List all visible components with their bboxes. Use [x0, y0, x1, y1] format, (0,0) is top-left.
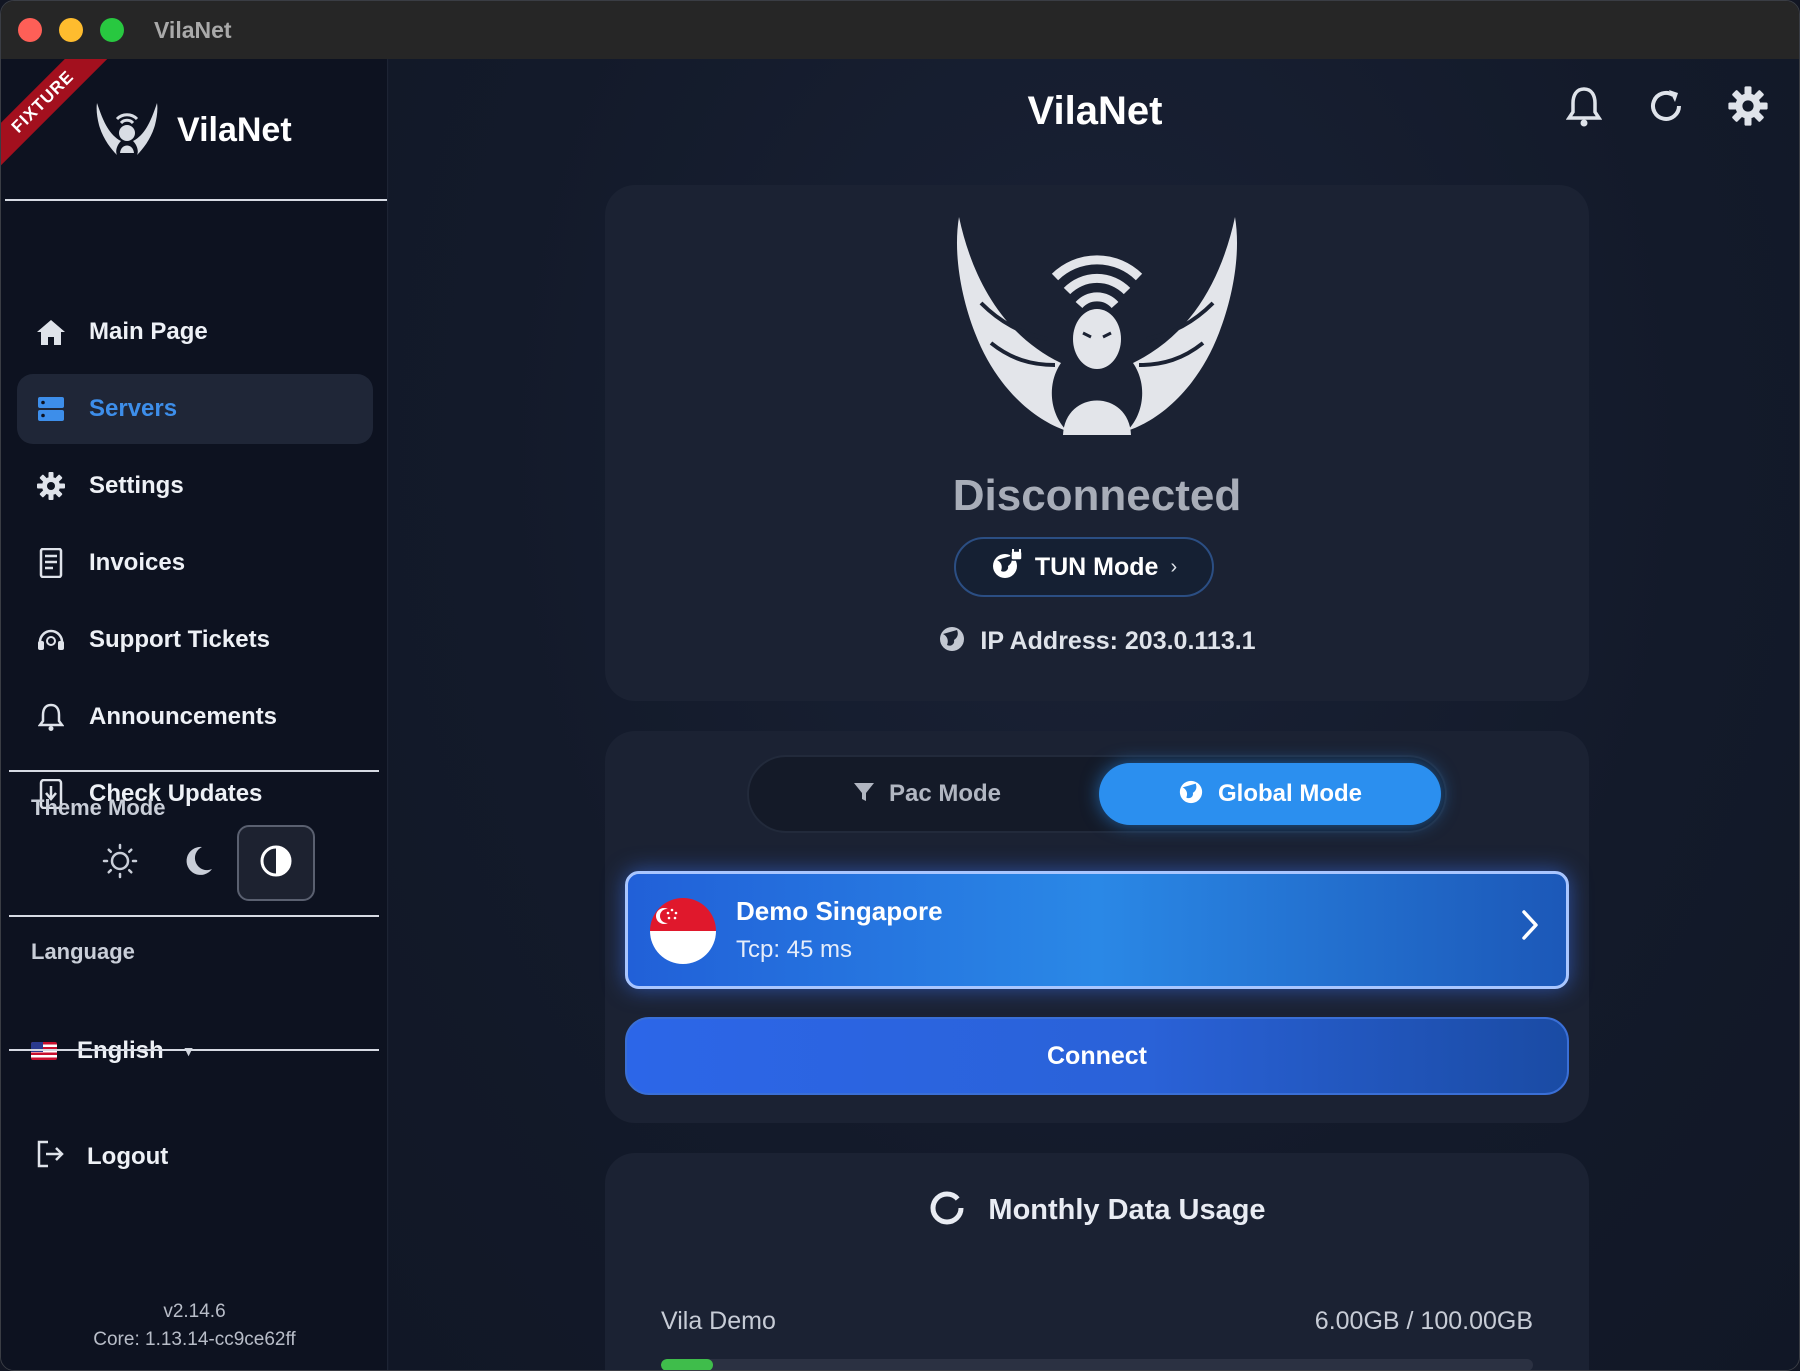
sidebar-item-support-tickets[interactable]: Support Tickets: [17, 605, 373, 675]
plan-name: Vila Demo: [661, 1307, 776, 1335]
server-latency: Tcp: 45 ms: [736, 936, 853, 963]
ip-address-row: IP Address: 203.0.113.1: [605, 625, 1589, 658]
refresh-button[interactable]: [1645, 87, 1687, 129]
theme-dark-button[interactable]: [159, 825, 237, 901]
sidebar-divider: [5, 199, 387, 201]
tun-mode-label: TUN Mode: [1034, 552, 1159, 581]
bell-icon: [35, 701, 67, 733]
sidebar-item-label: Servers: [89, 395, 178, 422]
pac-mode-label: Pac Mode: [888, 780, 1002, 807]
logout-label: Logout: [87, 1142, 169, 1170]
language-select[interactable]: English ▼: [31, 1037, 196, 1065]
sidebar-divider: [9, 1049, 379, 1051]
brand-name: VilaNet: [177, 111, 292, 149]
brand: VilaNet: [93, 99, 292, 162]
connect-label: Connect: [1047, 1041, 1147, 1070]
sidebar-item-label: Invoices: [89, 549, 186, 576]
globe-icon: [1178, 779, 1204, 810]
chevron-down-icon: ▼: [181, 1043, 196, 1059]
theme-mode-selector: [81, 825, 315, 901]
wings-logo-icon: [951, 213, 1243, 440]
invoice-icon: [35, 547, 67, 579]
global-mode-label: Global Mode: [1218, 780, 1362, 807]
sidebar-divider: [9, 770, 379, 772]
sidebar-item-main-page[interactable]: Main Page: [17, 297, 373, 367]
server-selector[interactable]: Demo Singapore Tcp: 45 ms: [625, 871, 1569, 989]
pac-mode-button[interactable]: Pac Mode: [757, 763, 1097, 825]
wings-logo-icon: [93, 99, 161, 162]
app-window: VilaNet FIXTURE VilaNet Main Page Server…: [0, 0, 1800, 1371]
sidebar-item-label: Support Tickets: [89, 626, 270, 653]
sidebar-item-label: Settings: [89, 472, 184, 499]
globe-icon: [938, 625, 966, 658]
server-name: Demo Singapore: [736, 896, 943, 926]
donut-chart-icon: [928, 1189, 966, 1232]
sidebar-item-settings[interactable]: Settings: [17, 451, 373, 521]
header-actions: [1563, 85, 1769, 132]
sidebar-item-invoices[interactable]: Invoices: [17, 528, 373, 598]
sidebar-nav: Main Page Servers Settings Invoices Supp…: [17, 297, 373, 836]
title-bar: VilaNet: [1, 1, 1799, 59]
sidebar: FIXTURE VilaNet Main Page Servers Settin…: [1, 59, 388, 1370]
sun-icon: [102, 843, 138, 884]
chevron-right-icon: [1520, 908, 1540, 947]
connection-status-card: Disconnected TUN Mode › IP Address: 203.…: [605, 185, 1589, 701]
usage-progress-bar: [661, 1359, 1533, 1370]
connection-control-card: Pac Mode Global Mode Demo Singapore Tcp:…: [605, 731, 1589, 1123]
globe-lock-icon: [991, 545, 1023, 586]
theme-mode-label: Theme Mode: [31, 795, 166, 820]
language-value: English: [77, 1037, 164, 1064]
refresh-icon: [1647, 87, 1685, 130]
bell-icon: [1565, 85, 1603, 132]
tun-mode-button[interactable]: TUN Mode ›: [954, 537, 1214, 597]
window-controls: [18, 18, 124, 42]
sidebar-item-announcements[interactable]: Announcements: [17, 682, 373, 752]
sidebar-item-servers[interactable]: Servers: [17, 374, 373, 444]
main-content: VilaNet Disconnected TUN Mode › IP Addre…: [389, 59, 1799, 1370]
logout-button[interactable]: Logout: [35, 1139, 168, 1174]
contrast-icon: [258, 843, 294, 884]
connect-button[interactable]: Connect: [625, 1017, 1569, 1095]
minimize-window-button[interactable]: [59, 18, 83, 42]
servers-icon: [35, 393, 67, 425]
usage-progress-fill: [661, 1359, 714, 1370]
filter-icon: [853, 781, 875, 808]
connection-status: Disconnected: [952, 471, 1242, 520]
data-usage-card: Monthly Data Usage Vila Demo 6.00GB / 10…: [605, 1153, 1589, 1370]
sidebar-item-label: Announcements: [89, 703, 278, 730]
singapore-flag-icon: [650, 898, 716, 964]
settings-button[interactable]: [1727, 85, 1769, 132]
language-label: Language: [31, 939, 135, 964]
headset-icon: [35, 624, 67, 656]
routing-mode-toggle: Pac Mode Global Mode: [747, 755, 1447, 833]
ip-address: IP Address: 203.0.113.1: [980, 627, 1256, 655]
theme-auto-button[interactable]: [237, 825, 315, 901]
window-title: VilaNet: [154, 16, 232, 43]
close-window-button[interactable]: [18, 18, 42, 42]
sidebar-divider: [9, 915, 379, 917]
usage-title: Monthly Data Usage: [988, 1194, 1266, 1226]
core-version: Core: 1.13.14-cc9ce62ff: [93, 1329, 296, 1350]
us-flag-icon: [31, 1042, 57, 1060]
notifications-button[interactable]: [1563, 85, 1605, 132]
app-version: v2.14.6: [163, 1301, 226, 1322]
global-mode-button[interactable]: Global Mode: [1099, 763, 1441, 825]
data-quota: 6.00GB / 100.00GB: [1314, 1307, 1533, 1335]
home-icon: [35, 316, 67, 348]
gear-icon: [1727, 85, 1769, 132]
moon-icon: [180, 843, 216, 884]
gear-icon: [35, 470, 67, 502]
logout-icon: [35, 1139, 65, 1174]
usage-header: Monthly Data Usage: [605, 1189, 1589, 1232]
theme-light-button[interactable]: [81, 825, 159, 901]
sidebar-item-label: Main Page: [89, 318, 208, 345]
chevron-right-icon: ›: [1170, 555, 1178, 578]
zoom-window-button[interactable]: [100, 18, 124, 42]
